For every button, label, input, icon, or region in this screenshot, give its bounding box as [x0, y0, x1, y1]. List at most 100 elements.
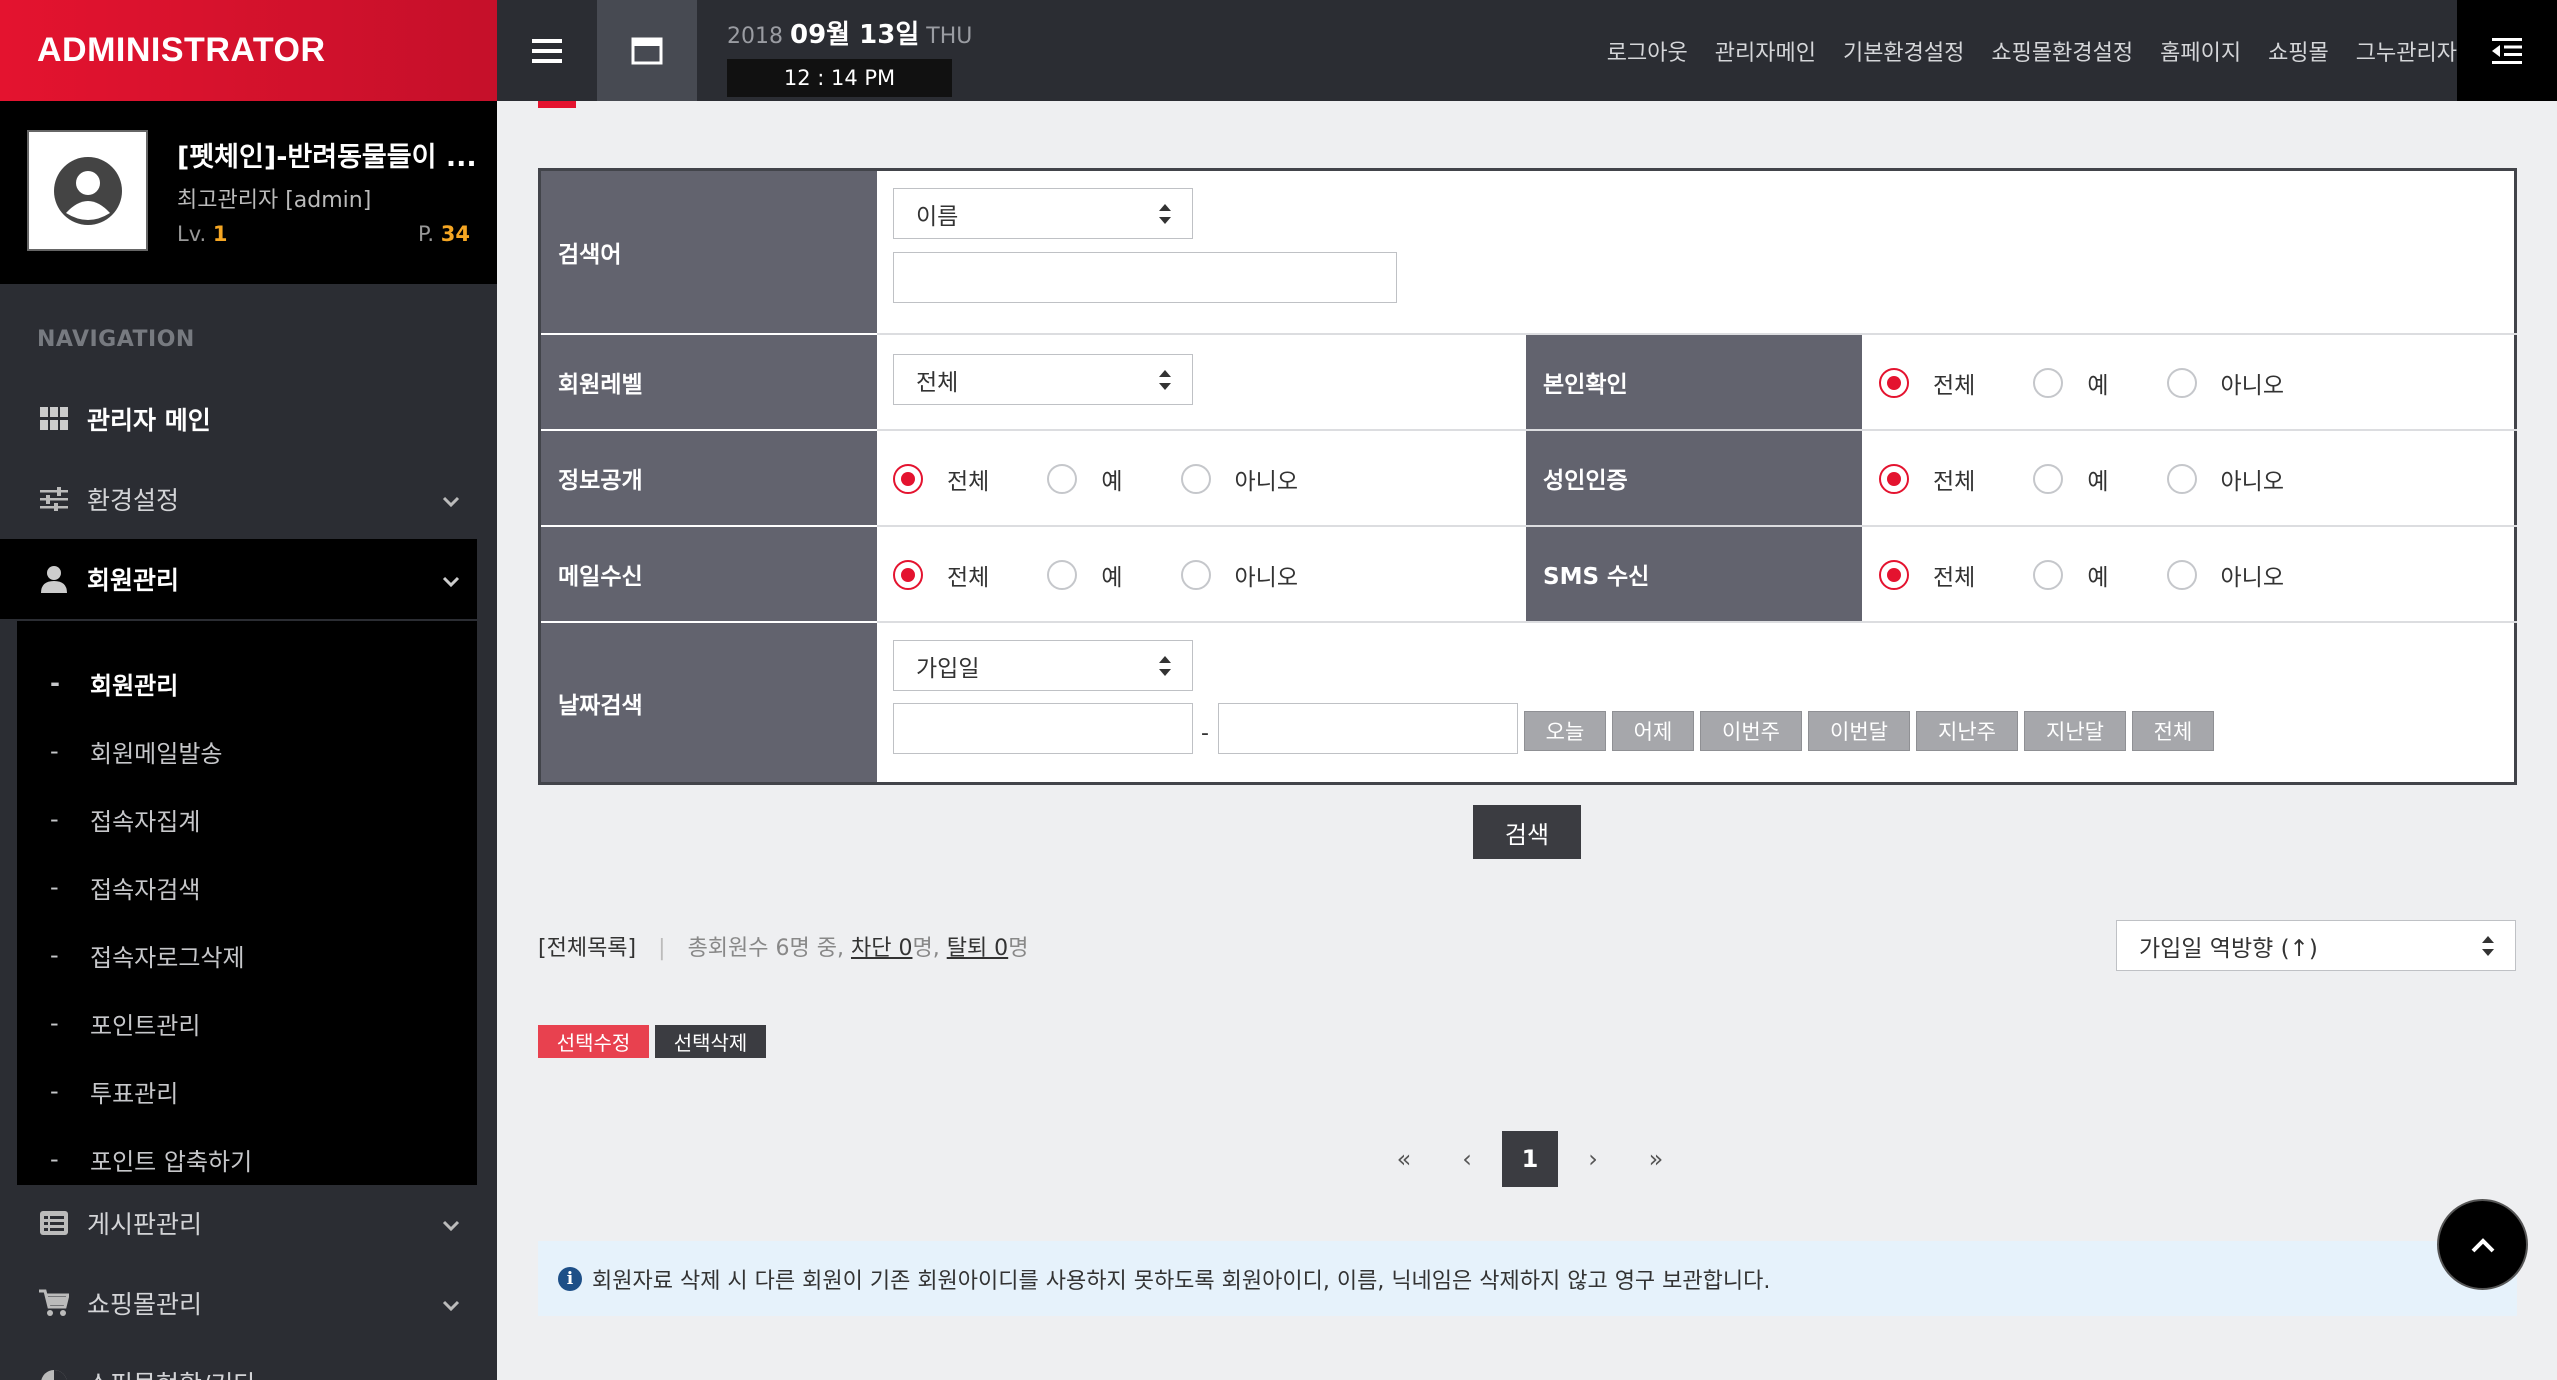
left-members-link[interactable]: 탈퇴 0	[947, 936, 1008, 961]
outdent-menu-icon[interactable]	[2457, 0, 2557, 101]
radio-yes[interactable]: 예	[2033, 366, 2109, 400]
subnav-visit-log-delete[interactable]: - 접속자로그삭제	[17, 921, 477, 989]
blocked-members-link[interactable]: 차단 0	[851, 936, 912, 961]
radio-yes[interactable]: 예	[1047, 462, 1123, 496]
radio-label: 예	[1101, 565, 1123, 591]
radio-label: 예	[2087, 469, 2109, 495]
radio-no[interactable]: 아니오	[1180, 558, 1298, 592]
chevron-up-icon	[2471, 1237, 2494, 1252]
member-level-select[interactable]: 전체	[893, 354, 1193, 405]
row-divider	[877, 621, 2517, 623]
nav-shop[interactable]: 쇼핑몰관리	[0, 1263, 477, 1343]
subnav-member-manage[interactable]: - 회원관리	[17, 649, 477, 717]
subnav-point-manage[interactable]: - 포인트관리	[17, 989, 477, 1057]
brand-logo[interactable]: ADMINISTRATOR	[0, 0, 497, 101]
keyword-input[interactable]	[893, 252, 1397, 303]
subnav-visit-search[interactable]: - 접속자검색	[17, 853, 477, 921]
radio-label: 전체	[1933, 373, 1976, 399]
radio-circle	[1879, 560, 1909, 590]
radio-no[interactable]: 아니오	[2166, 558, 2284, 592]
sort-arrows-icon	[2481, 935, 2495, 963]
notice-text: 회원자료 삭제 시 다른 회원이 기존 회원아이디를 사용하지 못하도록 회원아…	[592, 1268, 1771, 1294]
date-today-button[interactable]: 오늘	[1524, 711, 1606, 751]
radio-no[interactable]: 아니오	[1180, 462, 1298, 496]
date-to-input[interactable]	[1218, 703, 1518, 754]
radio-yes[interactable]: 예	[2033, 558, 2109, 592]
nav-settings[interactable]: 환경설정	[0, 459, 477, 539]
scroll-to-top-button[interactable]	[2437, 1199, 2528, 1290]
all-list-link[interactable]: [전체목록]	[538, 936, 636, 961]
date-all-button[interactable]: 전체	[2132, 711, 2214, 751]
first-page-button[interactable]: «	[1376, 1131, 1432, 1187]
date-yesterday-button[interactable]: 어제	[1612, 711, 1694, 751]
sliders-icon	[37, 482, 71, 516]
nav-label: 게시판관리	[87, 1210, 203, 1239]
dash: -	[50, 1009, 59, 1037]
sort-order-select[interactable]: 가입일 역방향 (↑)	[2116, 920, 2516, 971]
search-button[interactable]: 검색	[1473, 805, 1581, 859]
adult-verify-radios: 전체 예 아니오	[1879, 462, 2284, 496]
chevron-down-icon	[442, 1209, 460, 1238]
hamburger-menu-icon[interactable]	[497, 0, 597, 101]
select-value: 전체	[916, 369, 959, 396]
nav-board[interactable]: 게시판관리	[0, 1183, 477, 1263]
shop-link[interactable]: 쇼핑몰	[2268, 35, 2329, 67]
sms-receive-radios: 전체 예 아니오	[1879, 558, 2284, 592]
radio-all[interactable]: 전체	[1879, 462, 1975, 496]
dash: -	[50, 805, 59, 833]
radio-yes[interactable]: 예	[1047, 558, 1123, 592]
delete-selected-button[interactable]: 선택삭제	[655, 1025, 766, 1058]
edit-selected-button[interactable]: 선택수정	[538, 1025, 649, 1058]
subnav-member-mail[interactable]: - 회원메일발송	[17, 717, 477, 785]
date-weekday: THU	[926, 24, 973, 49]
logout-link[interactable]: 로그아웃	[1607, 35, 1688, 67]
avatar[interactable]	[27, 130, 148, 251]
nav-admin-main[interactable]: 관리자 메인	[0, 379, 477, 459]
subnav-poll-manage[interactable]: - 투표관리	[17, 1057, 477, 1125]
admin-main-link[interactable]: 관리자메인	[1715, 35, 1816, 67]
date-last-week-button[interactable]: 지난주	[1916, 711, 2018, 751]
date-this-month-button[interactable]: 이번달	[1808, 711, 1910, 751]
current-page[interactable]: 1	[1502, 1131, 1558, 1187]
radio-all[interactable]: 전체	[1879, 558, 1975, 592]
nav-members[interactable]: 회원관리	[0, 539, 477, 619]
radio-all[interactable]: 전체	[893, 462, 989, 496]
member-submenu: - 회원관리 - 회원메일발송 - 접속자집계 - 접속자검색 - 접속자로그삭제 - 포인…	[17, 621, 477, 1185]
basic-settings-link[interactable]: 기본환경설정	[1843, 35, 1964, 67]
date-separator: -	[1201, 721, 1209, 746]
radio-no[interactable]: 아니오	[2166, 366, 2284, 400]
prev-page-button[interactable]: ‹	[1439, 1131, 1495, 1187]
subnav-visit-stats[interactable]: - 접속자집계	[17, 785, 477, 853]
last-page-button[interactable]: »	[1628, 1131, 1684, 1187]
radio-no[interactable]: 아니오	[2166, 462, 2284, 496]
gnu-admin-link[interactable]: 그누관리자	[2356, 35, 2457, 67]
radio-yes[interactable]: 예	[2033, 462, 2109, 496]
radio-circle	[2166, 560, 2197, 590]
member-search-form: 검색어 이름 회원레벨 전체 본인확인 전체 예 아니오 정보공개 전체 예 아…	[538, 168, 2517, 785]
date-field-select[interactable]: 가입일	[893, 640, 1193, 691]
nav-label: 회원관리	[87, 566, 180, 595]
keyword-field-select[interactable]: 이름	[893, 188, 1193, 239]
date-from-input[interactable]	[893, 703, 1193, 754]
radio-label: 아니오	[1234, 565, 1298, 591]
select-value: 가입일 역방향 (↑)	[2139, 935, 2318, 962]
window-icon[interactable]	[597, 0, 697, 101]
homepage-link[interactable]: 홈페이지	[2160, 35, 2241, 67]
radio-all[interactable]: 전체	[893, 558, 989, 592]
next-page-button[interactable]: ›	[1565, 1131, 1621, 1187]
level-label: Lv.	[177, 222, 207, 246]
chevron-down-icon	[442, 485, 460, 514]
level-value: 1	[212, 222, 228, 246]
shop-settings-link[interactable]: 쇼핑몰환경설정	[1991, 35, 2133, 67]
date-this-week-button[interactable]: 이번주	[1700, 711, 1802, 751]
nav-shop-status[interactable]: 쇼핑몰현황/기타	[0, 1343, 477, 1380]
sidebar: [펫체인]-반려동물들이 ... 최고관리자 [admin] Lv. 1 P. …	[0, 101, 497, 1380]
dash: -	[50, 873, 59, 901]
radio-all[interactable]: 전체	[1879, 366, 1975, 400]
pie-chart-icon	[37, 1366, 71, 1380]
date-last-month-button[interactable]: 지난달	[2024, 711, 2126, 751]
radio-circle	[1047, 560, 1078, 590]
dash: -	[50, 941, 59, 969]
date-time-box: 2018 09월 13일 THU 12 : 14 PM	[727, 14, 972, 97]
dashboard-grid-icon	[37, 402, 71, 436]
